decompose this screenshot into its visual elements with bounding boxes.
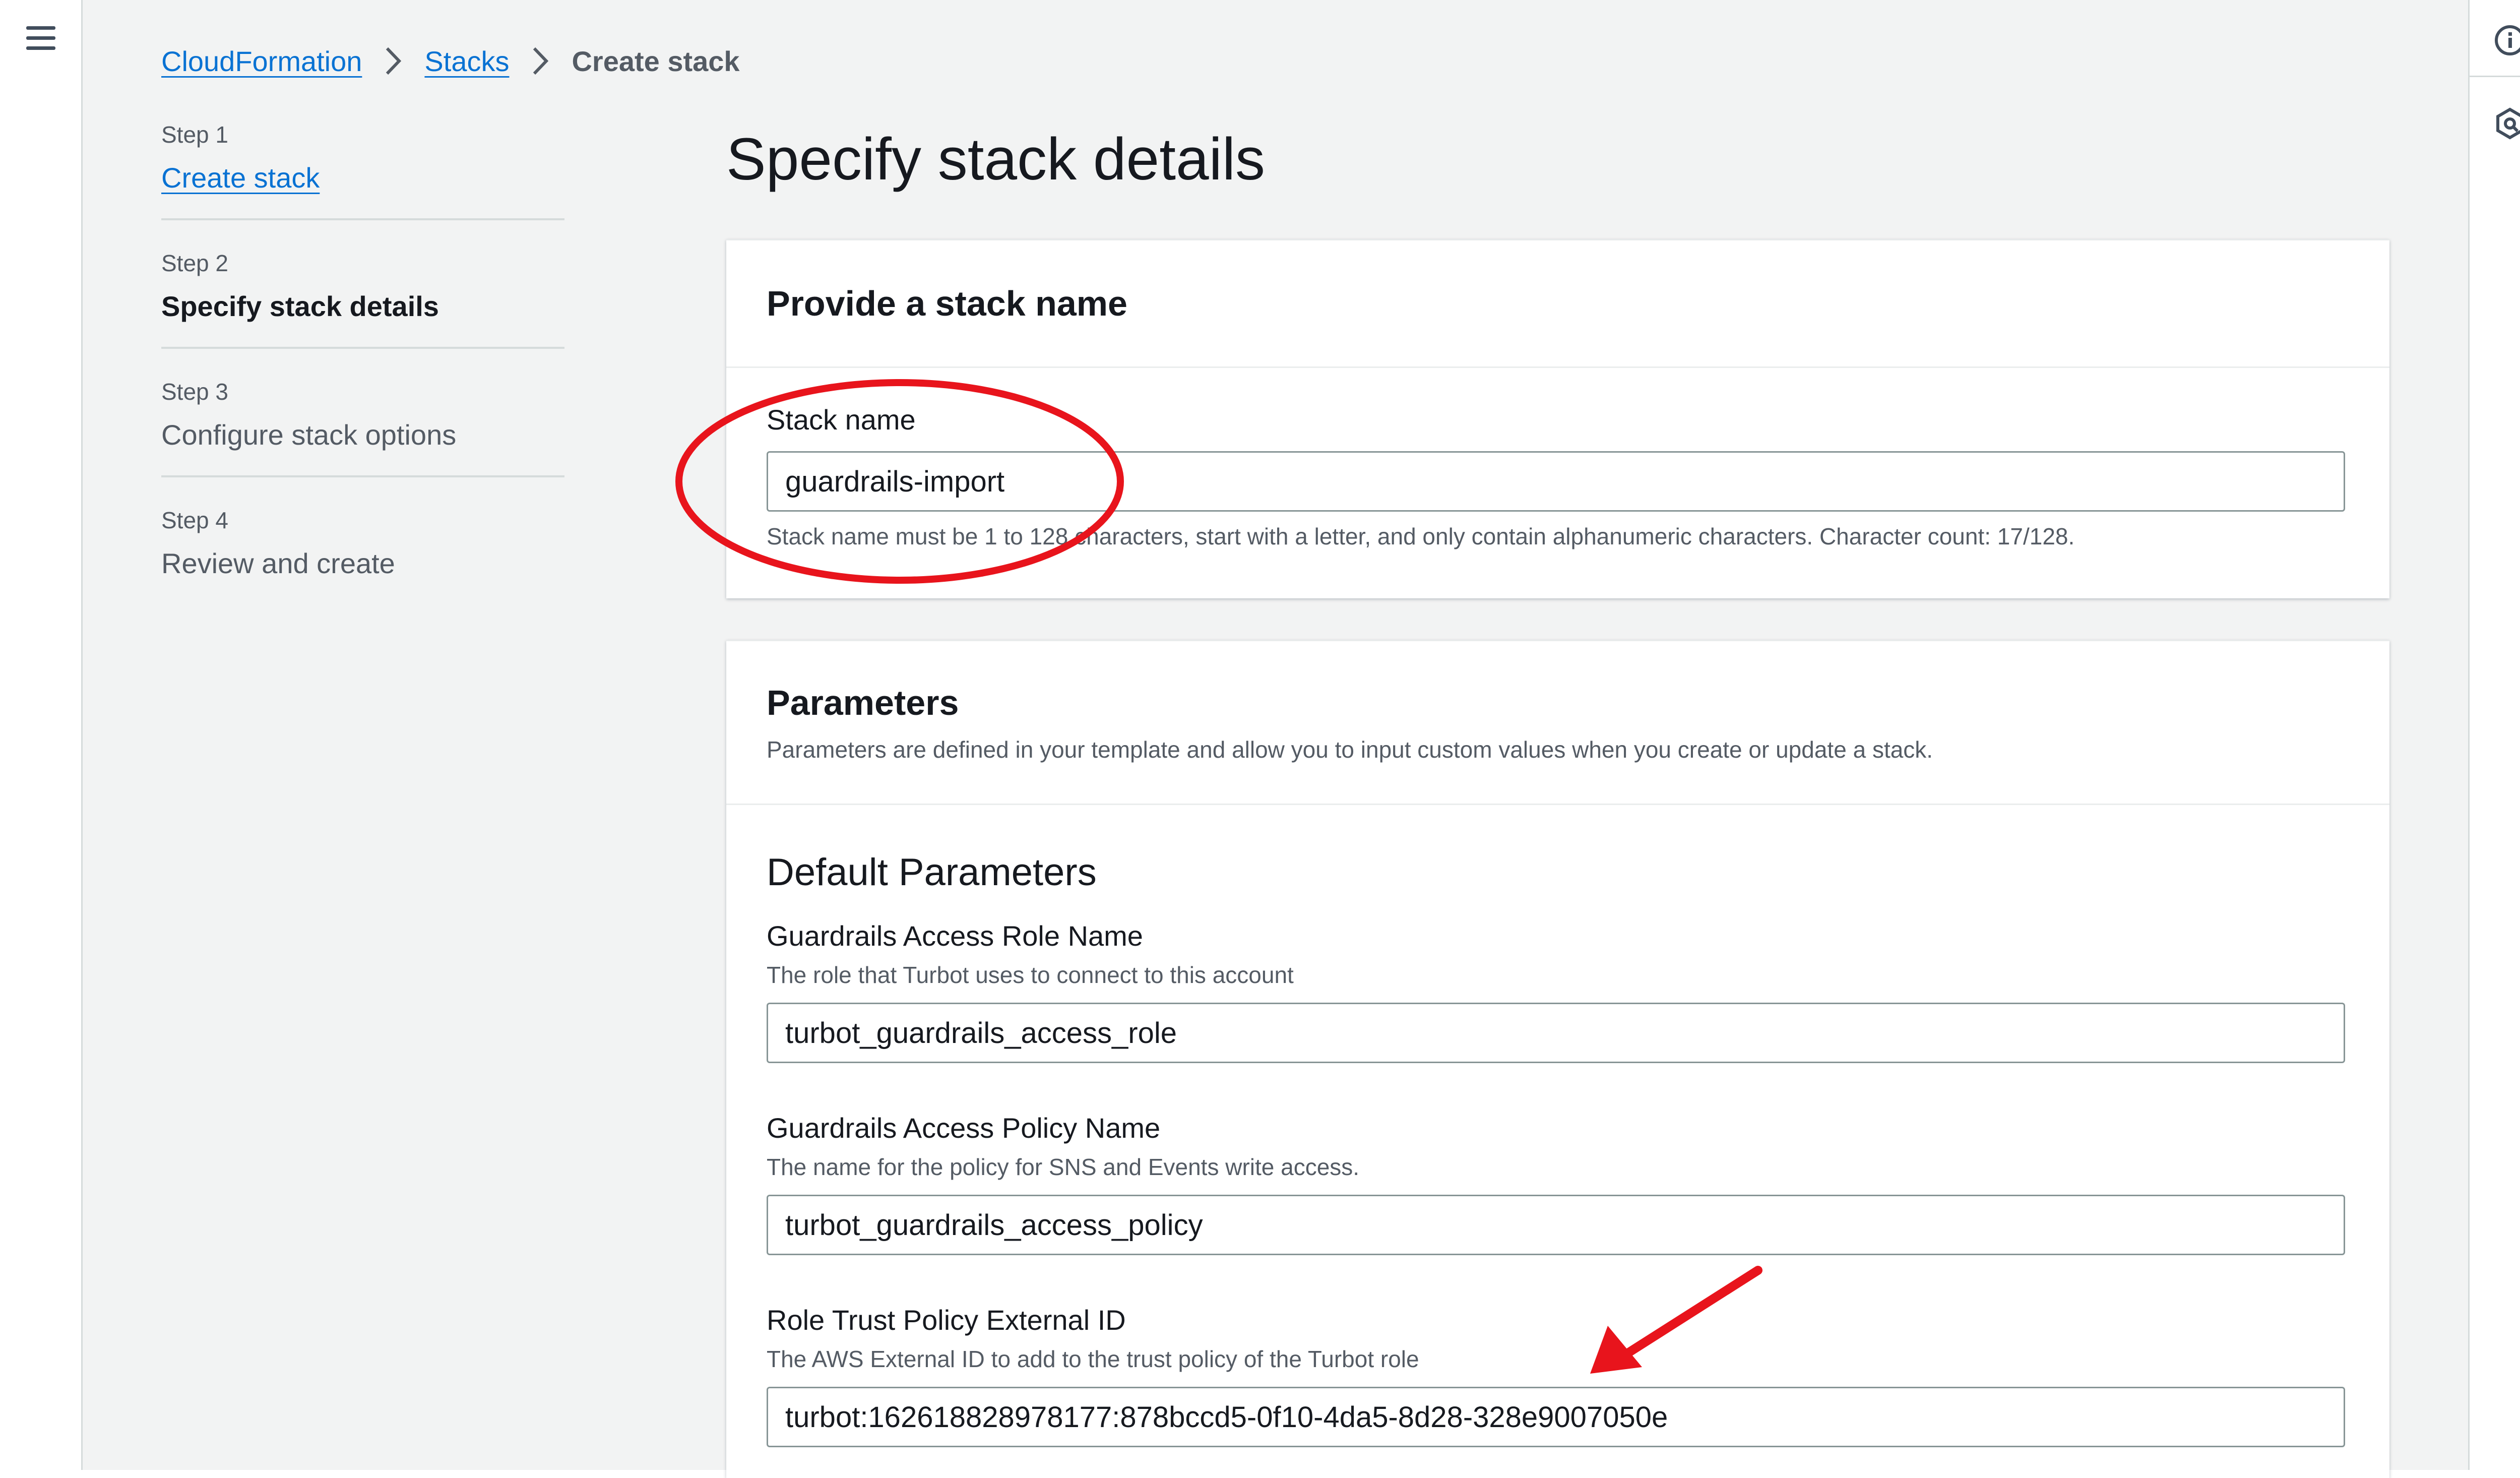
- step-link-create-stack[interactable]: Create stack: [161, 162, 320, 194]
- navigation-rail: [0, 0, 83, 1470]
- breadcrumb-cloudformation[interactable]: CloudFormation: [161, 45, 362, 78]
- hamburger-menu-icon[interactable]: [26, 26, 55, 51]
- wizard-step-1: Step 1 Create stack: [161, 121, 564, 220]
- info-icon[interactable]: [2470, 0, 2520, 81]
- step-title: Review and create: [161, 547, 395, 579]
- stack-name-panel: Provide a stack name Stack name guardrai…: [726, 239, 2389, 598]
- wizard-step-3: Step 3 Configure stack options: [161, 378, 564, 477]
- parameter-field: Guardrails Access Role Name The role tha…: [767, 919, 2349, 1063]
- breadcrumb-stacks[interactable]: Stacks: [424, 45, 509, 78]
- settings-hexagon-icon[interactable]: [2470, 83, 2520, 164]
- chevron-right-icon: [386, 47, 402, 75]
- step-number: Step 4: [161, 507, 228, 533]
- chevron-right-icon: [533, 47, 549, 75]
- access-policy-name-input[interactable]: turbot_guardrails_access_policy: [767, 1195, 2345, 1255]
- step-number: Step 3: [161, 379, 228, 405]
- parameter-field: Guardrails Access Policy Name The name f…: [767, 1112, 2349, 1255]
- panel-description: Parameters are defined in your template …: [767, 736, 1933, 763]
- section-title: Default Parameters: [767, 851, 1097, 894]
- main-content: CloudFormation Stacks Create stack Step …: [83, 0, 2468, 1478]
- stack-name-hint: Stack name must be 1 to 128 characters, …: [767, 523, 2075, 549]
- step-number: Step 2: [161, 250, 228, 276]
- stack-name-value: guardrails-import: [785, 465, 1005, 498]
- step-title-current: Specify stack details: [161, 290, 439, 322]
- field-value: turbot:162618828978177:878bccd5-0f10-4da…: [785, 1400, 1668, 1434]
- external-id-input[interactable]: turbot:162618828978177:878bccd5-0f10-4da…: [767, 1387, 2345, 1447]
- wizard-step-4: Step 4 Review and create: [161, 507, 564, 604]
- wizard-steps: Step 1 Create stack Step 2 Specify stack…: [161, 121, 564, 633]
- stack-name-input[interactable]: guardrails-import: [767, 451, 2345, 512]
- page-title: Specify stack details: [726, 126, 1266, 193]
- breadcrumb: CloudFormation Stacks Create stack: [161, 43, 740, 79]
- field-value: turbot_guardrails_access_role: [785, 1016, 1177, 1050]
- access-role-name-input[interactable]: turbot_guardrails_access_role: [767, 1003, 2345, 1063]
- field-description: The role that Turbot uses to connect to …: [767, 962, 1294, 988]
- parameter-field: Role Trust Policy External ID The AWS Ex…: [767, 1304, 2349, 1447]
- hexagon-icon-glyph: [2496, 107, 2520, 140]
- field-description: The AWS External ID to add to the trust …: [767, 1346, 1419, 1372]
- step-number: Step 1: [161, 121, 228, 148]
- breadcrumb-current: Create stack: [572, 45, 740, 77]
- tools-rail: [2468, 0, 2520, 1470]
- stack-name-label: Stack name: [767, 404, 916, 436]
- parameters-panel: Parameters Parameters are defined in you…: [726, 640, 2389, 1478]
- field-description: The name for the policy for SNS and Even…: [767, 1154, 1360, 1180]
- panel-title: Provide a stack name: [767, 284, 1127, 323]
- field-label: Guardrails Access Role Name: [767, 920, 1143, 952]
- info-icon-glyph: [2495, 25, 2520, 55]
- field-label: Role Trust Policy External ID: [767, 1304, 1126, 1336]
- step-title: Configure stack options: [161, 419, 457, 451]
- panel-title: Parameters: [767, 683, 959, 722]
- divider: [2470, 76, 2520, 77]
- field-label: Guardrails Access Policy Name: [767, 1112, 1161, 1144]
- field-value: turbot_guardrails_access_policy: [785, 1208, 1203, 1242]
- wizard-step-2: Step 2 Specify stack details: [161, 250, 564, 349]
